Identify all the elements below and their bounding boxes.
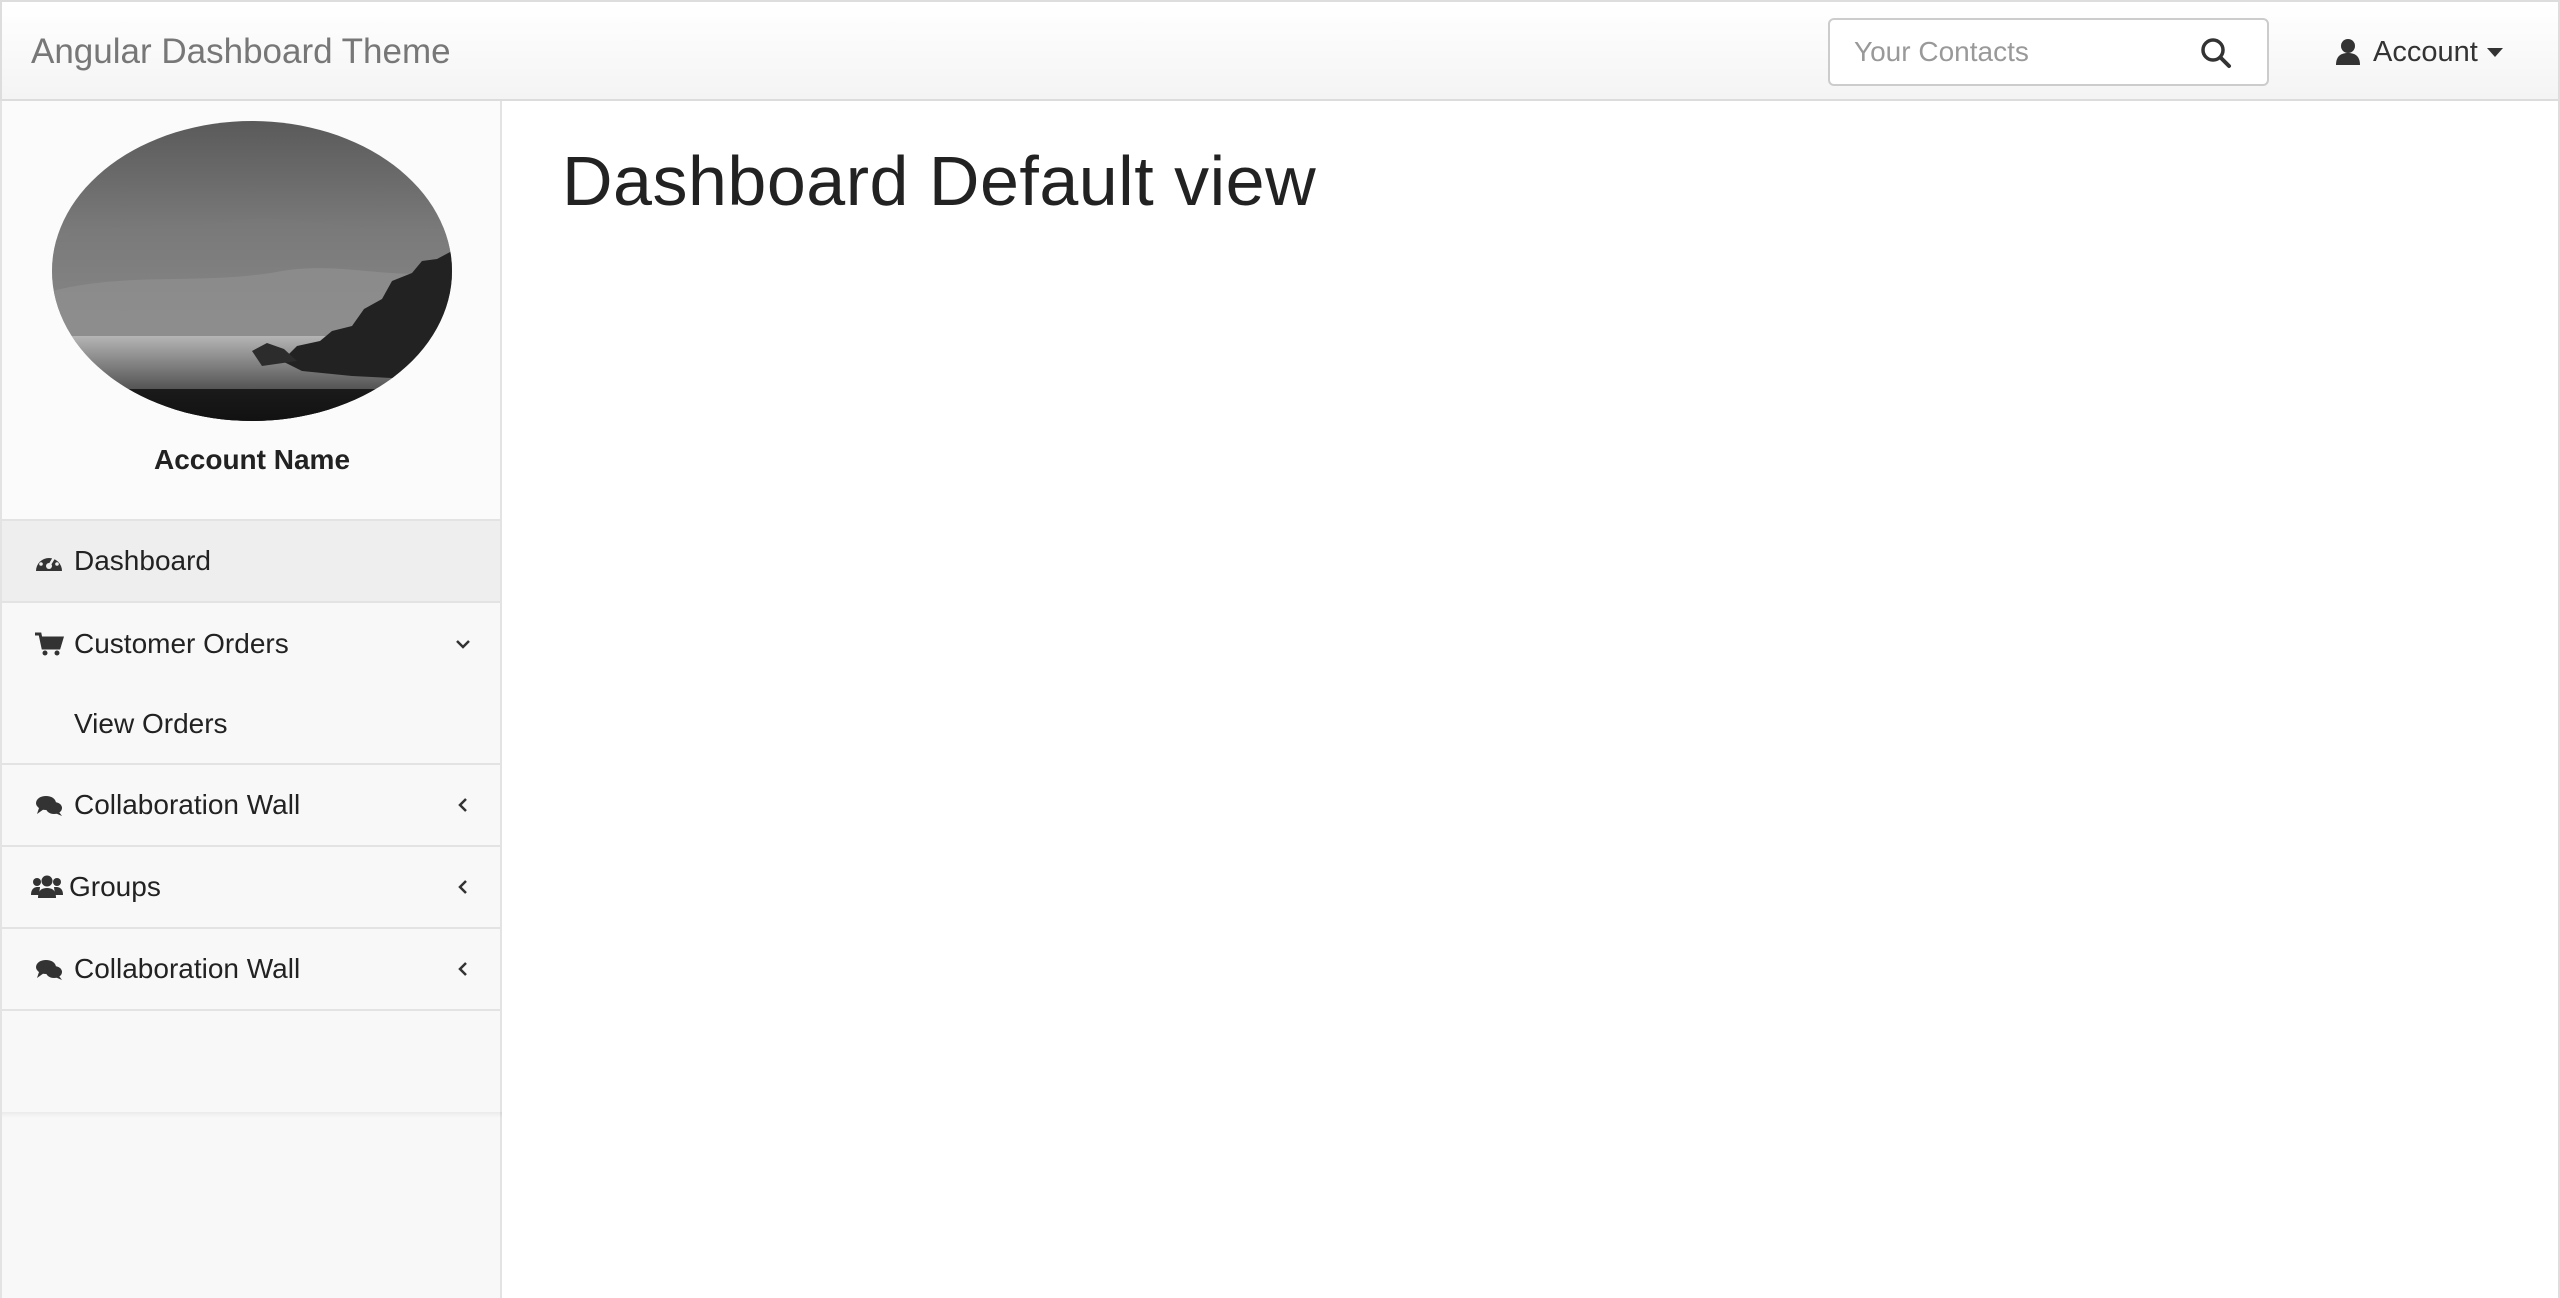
account-name: Account Name <box>153 444 351 475</box>
sidebar-item-collaboration-wall-2[interactable]: Collaboration Wall <box>2 929 500 1011</box>
comments-icon <box>36 960 62 980</box>
sidebar-subitem-view-orders[interactable]: View Orders <box>2 685 500 765</box>
sidebar-item-label: Collaboration Wall <box>74 953 301 984</box>
account-label: Account <box>2373 35 2478 68</box>
caret-down-icon <box>2486 48 2503 57</box>
shopping-cart-icon <box>35 632 64 656</box>
chevron-left-icon <box>458 880 467 894</box>
main-content: Dashboard Default view <box>502 101 2558 1298</box>
comments-icon <box>36 796 62 816</box>
sidebar: Account Name Dashboard Customer Orders V… <box>0 101 502 1298</box>
sidebar-item-label: Groups <box>69 871 161 902</box>
sidebar-item-dashboard[interactable]: Dashboard <box>2 521 500 603</box>
chevron-down-icon <box>456 640 470 649</box>
sidebar-item-groups[interactable]: Groups <box>2 847 500 929</box>
contacts-search <box>1828 18 2269 86</box>
search-input[interactable] <box>1830 20 2200 84</box>
sidebar-item-label: Collaboration Wall <box>74 789 301 820</box>
sidebar-item-label: Dashboard <box>74 545 211 576</box>
brand-title[interactable]: Angular Dashboard Theme <box>31 30 451 74</box>
avatar-landscape-image <box>52 121 452 421</box>
chevron-left-icon <box>458 798 467 812</box>
account-dropdown[interactable]: Account <box>2335 32 2504 72</box>
sidebar-item-collaboration-wall[interactable]: Collaboration Wall <box>2 765 500 847</box>
sidebar-item-label: Customer Orders <box>74 628 289 659</box>
search-icon[interactable] <box>2199 36 2233 70</box>
sidebar-item-customer-orders[interactable]: Customer Orders <box>2 603 500 685</box>
sidebar-nav: Dashboard Customer Orders View Orders Co… <box>2 521 500 1011</box>
user-icon <box>2336 39 2360 65</box>
profile-panel: Account Name <box>2 101 500 521</box>
top-navbar: Angular Dashboard Theme Account <box>0 0 2560 101</box>
sidebar-subitem-label: View Orders <box>74 708 228 739</box>
dashboard-gauge-icon <box>36 552 62 571</box>
page-title: Dashboard Default view <box>562 142 1317 220</box>
chevron-left-icon <box>458 962 467 976</box>
sidebar-nav-shadow <box>2 1112 502 1118</box>
avatar[interactable] <box>52 121 452 421</box>
users-icon <box>31 875 63 898</box>
